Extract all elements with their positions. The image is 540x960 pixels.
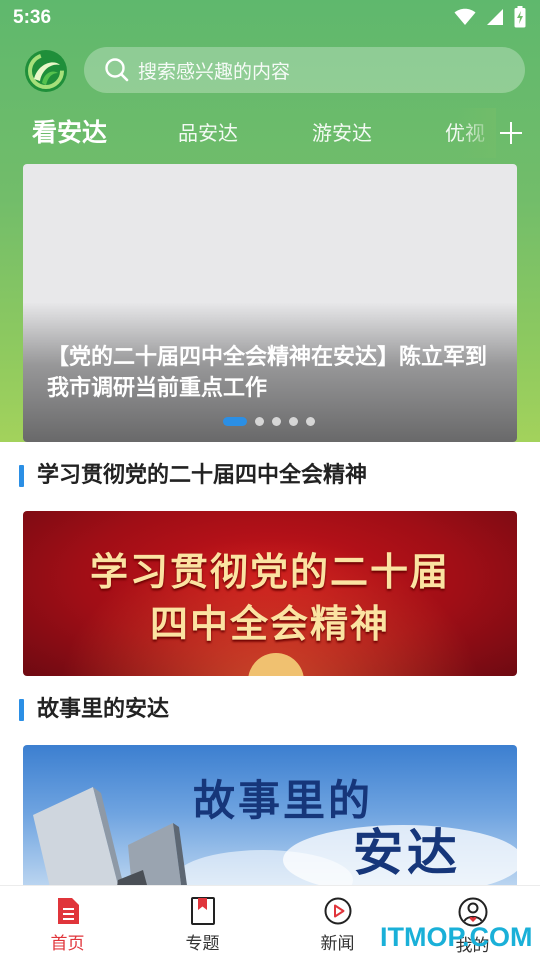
nav-home[interactable]: 首页 <box>0 886 135 960</box>
signal-icon <box>487 9 503 25</box>
carousel-dot-active[interactable] <box>223 417 247 426</box>
battery-charging-icon <box>514 6 526 28</box>
nav-label-topics: 专题 <box>185 934 220 954</box>
carousel-dot[interactable] <box>306 417 315 426</box>
play-circle-icon <box>324 897 351 925</box>
status-time: 5:36 <box>13 7 52 28</box>
banner-image-text-line2: 安达 <box>353 823 461 882</box>
status-bar: 5:36 <box>0 0 540 36</box>
banner-image-text-line1: 故事里的 <box>193 776 374 825</box>
search-placeholder: 搜索感兴趣的内容 <box>138 60 291 83</box>
monument-illustration <box>33 787 189 895</box>
carousel-indicator <box>223 417 315 426</box>
search-input[interactable]: 搜索感兴趣的内容 <box>84 47 525 93</box>
headline-carousel[interactable]: 【党的二十届四中全会精神在安达】陈立军到我市调研当前重点工作 <box>23 164 517 442</box>
watermark-text: ITMOP.COM <box>380 922 533 952</box>
category-tabs: 看安达 品安达 游安达 优视 <box>0 108 540 158</box>
carousel-dot[interactable] <box>255 417 264 426</box>
banner-title[interactable]: 【党的二十届四中全会精神在安达】陈立军到我市调研当前重点工作 <box>47 342 497 404</box>
banner-image-text-line2: 四中全会精神 <box>149 601 390 646</box>
section-title-study: 学习贯彻党的二十届四中全会精神 <box>19 462 367 490</box>
tab-you-anda[interactable]: 游安达 <box>312 108 372 158</box>
nav-label-home: 首页 <box>50 934 85 954</box>
app-logo-icon[interactable] <box>24 49 68 93</box>
nav-topics[interactable]: 专题 <box>135 886 270 960</box>
banner-image-text-line1: 学习贯彻党的二十届 <box>89 549 450 594</box>
search-icon <box>105 58 129 82</box>
bookmark-icon <box>190 897 215 925</box>
tabs-fade <box>456 108 496 158</box>
stories-banner-image[interactable]: 故事里的 安达 <box>23 745 517 895</box>
tab-kan-anda[interactable]: 看安达 <box>32 108 107 158</box>
home-doc-icon <box>57 898 79 924</box>
wifi-icon <box>454 8 476 25</box>
carousel-dot[interactable] <box>272 417 281 426</box>
tab-pin-anda[interactable]: 品安达 <box>178 108 238 158</box>
status-icons <box>454 6 526 28</box>
carousel-dot[interactable] <box>289 417 298 426</box>
section-title-stories: 故事里的安达 <box>19 696 169 724</box>
add-tab-plus-icon[interactable] <box>498 120 524 146</box>
study-spirit-banner-image[interactable]: 学习贯彻党的二十届 四中全会精神 <box>23 511 517 676</box>
